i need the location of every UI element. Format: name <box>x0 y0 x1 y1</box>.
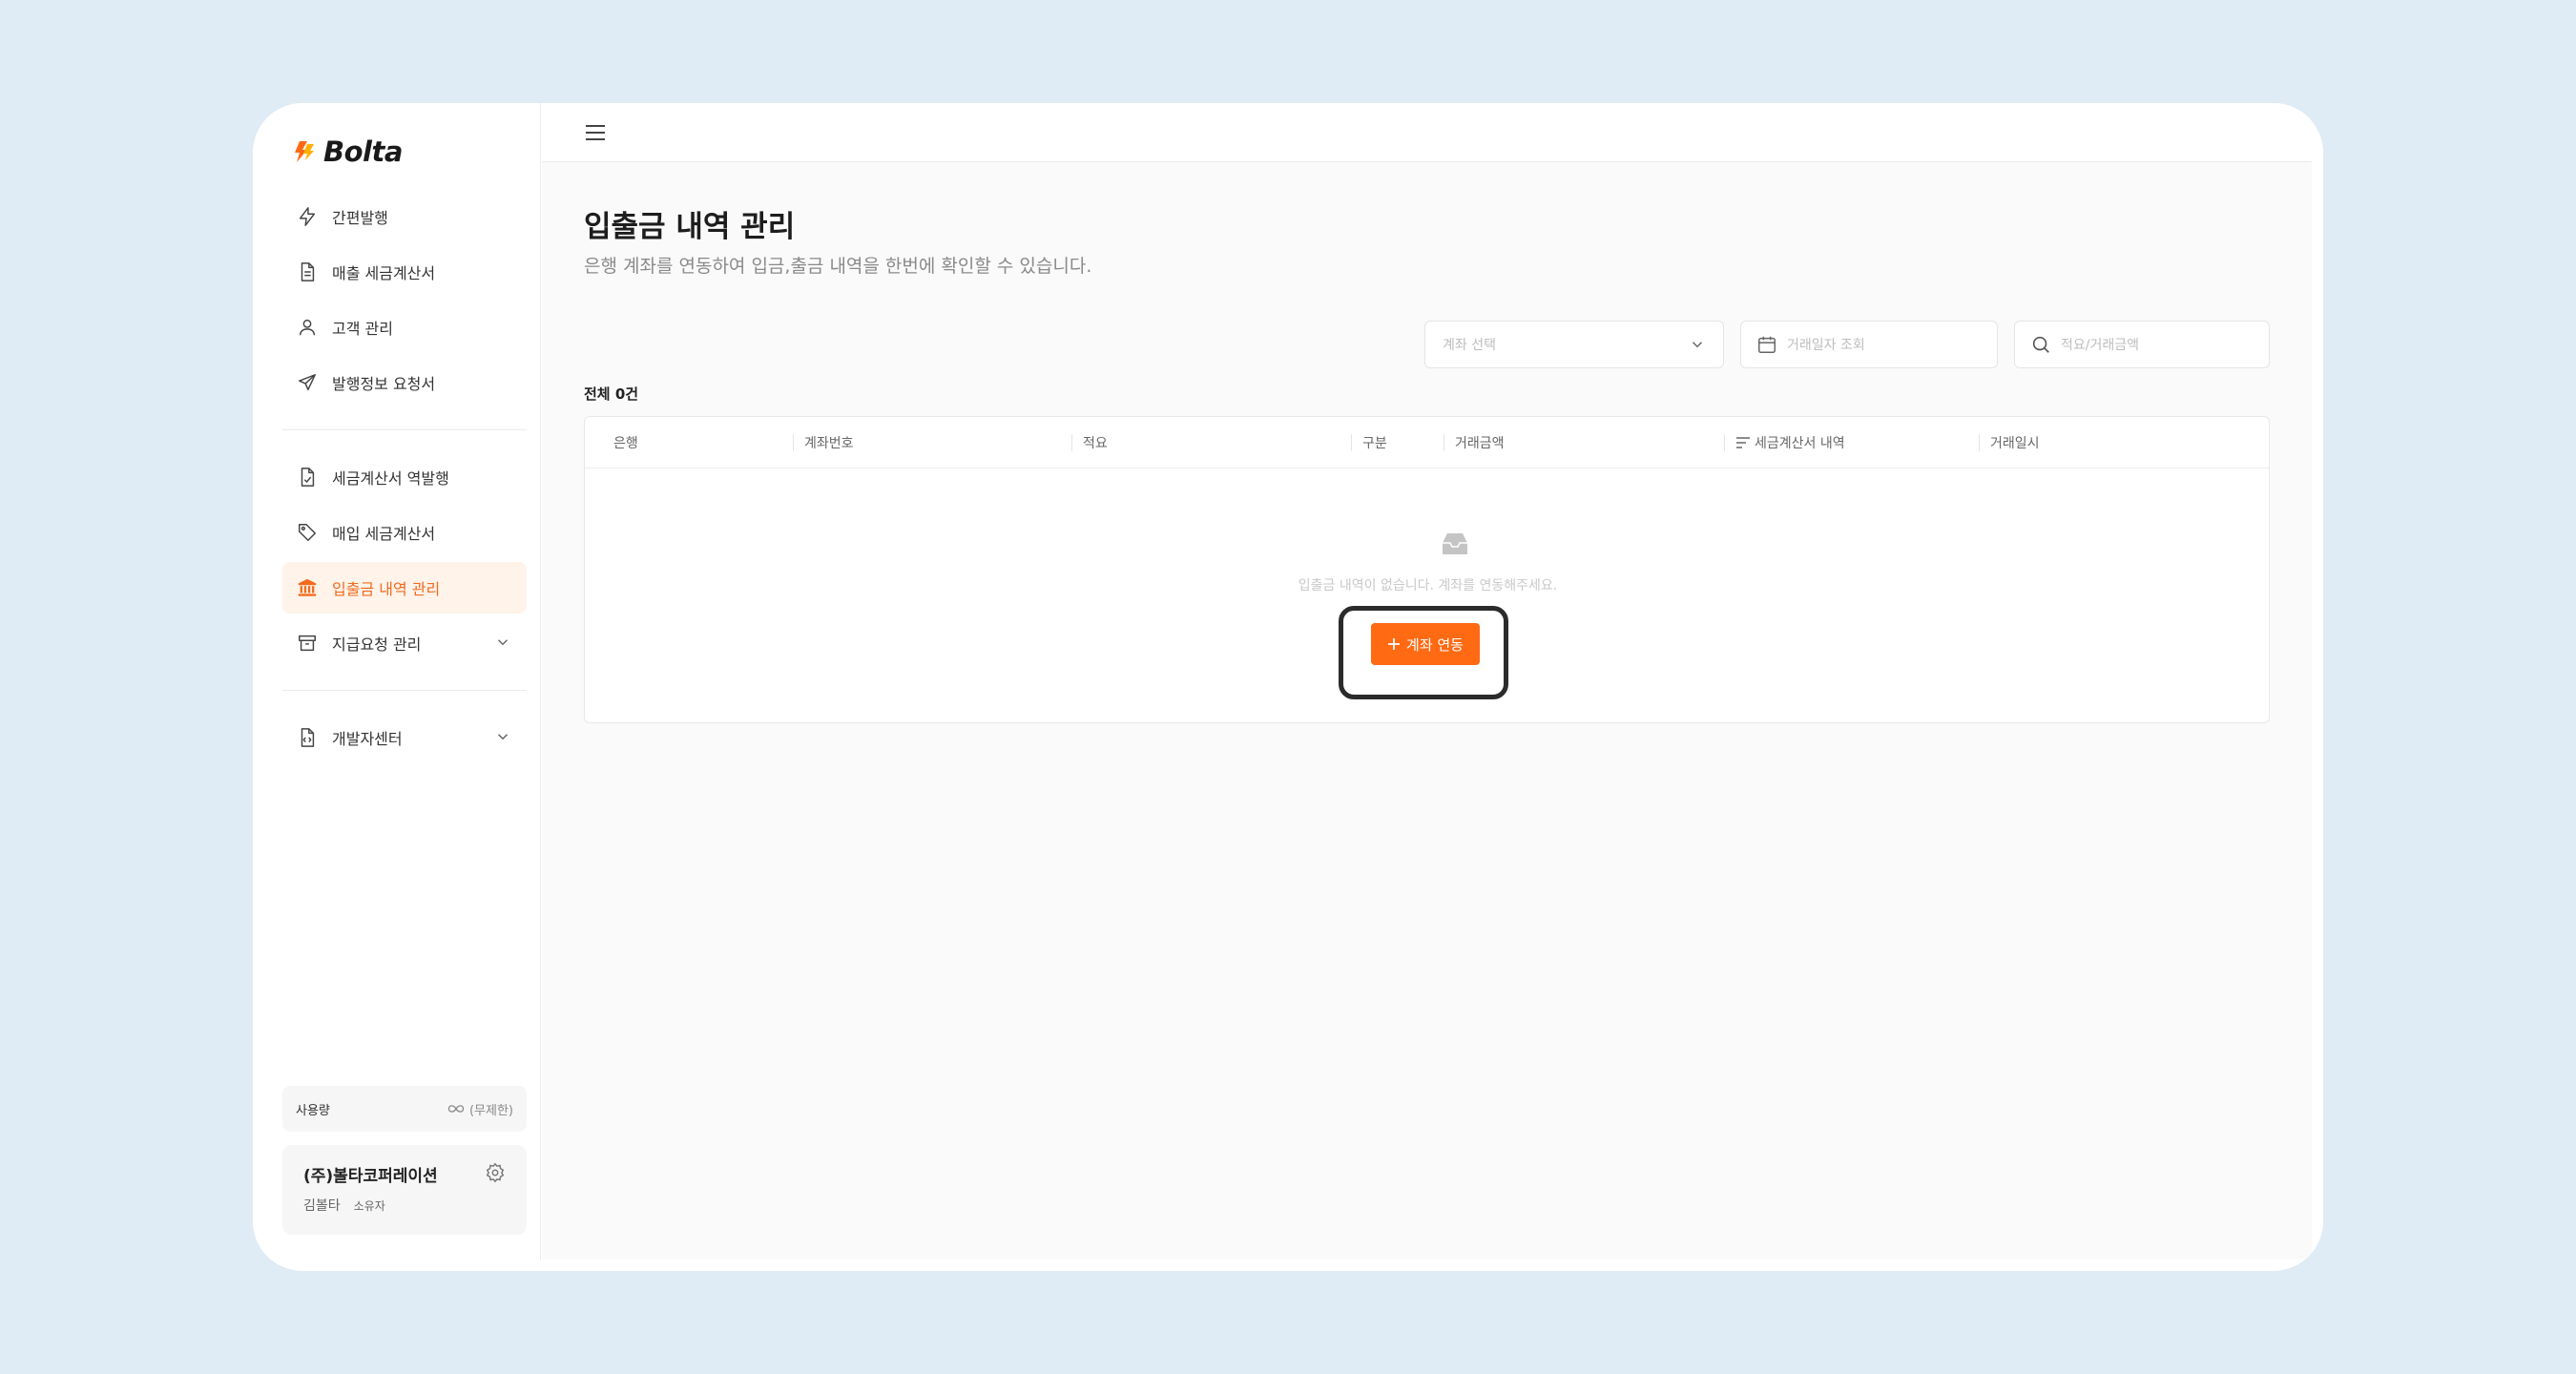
chevron-down-icon <box>1692 342 1703 348</box>
menu-icon[interactable] <box>584 122 607 143</box>
lightning-icon <box>296 205 319 228</box>
page-title: 입출금 내역 관리 <box>584 210 796 244</box>
company-user-row: 김볼타 소유자 <box>303 1196 506 1215</box>
sidebar-item-label: 입출금 내역 관리 <box>332 580 441 598</box>
search-icon <box>2032 336 2049 353</box>
usage-label: 사용량 <box>296 1103 330 1118</box>
company-card[interactable]: (주)볼타코퍼레이션 김볼타 소유자 <box>282 1145 527 1235</box>
user-icon <box>296 316 319 339</box>
column-label: 계좌번호 <box>804 436 854 451</box>
search-input[interactable]: 적요/거래금액 <box>2014 321 2270 368</box>
document-icon <box>296 260 319 283</box>
sidebar-item-customers[interactable]: 고객 관리 <box>282 302 527 353</box>
sidebar-item-quick-issue[interactable]: 간편발행 <box>282 191 527 242</box>
usage-panel: 사용량 (무제한) <box>282 1086 527 1132</box>
column-label: 거래일시 <box>1990 436 2040 451</box>
send-icon <box>296 371 319 394</box>
nav-divider <box>282 690 527 691</box>
sidebar-item-reverse-issue[interactable]: 세금계산서 역발행 <box>282 451 527 503</box>
column-header-tax-invoice[interactable]: 세금계산서 내역 <box>1724 417 1845 468</box>
company-name: (주)볼타코퍼레이션 <box>303 1167 438 1186</box>
bank-icon <box>296 576 319 599</box>
logo[interactable]: Bolta <box>291 135 403 168</box>
plus-icon <box>1388 638 1401 650</box>
column-label: 적요 <box>1083 436 1108 451</box>
archive-icon <box>296 632 319 655</box>
date-filter-placeholder: 거래일자 조회 <box>1787 338 1865 353</box>
bolta-logo-icon <box>295 141 314 162</box>
column-label: 거래금액 <box>1455 436 1505 451</box>
usage-value: (무제한) <box>447 1100 513 1118</box>
sidebar-item-purchase-invoice[interactable]: 매입 세금계산서 <box>282 507 527 558</box>
sidebar-item-label: 세금계산서 역발행 <box>332 469 449 488</box>
column-header-datetime: 거래일시 <box>1979 417 2040 468</box>
search-placeholder: 적요/거래금액 <box>2061 338 2139 353</box>
sidebar-item-bank-transactions[interactable]: 입출금 내역 관리 <box>282 562 527 614</box>
logo-text: Bolta <box>323 135 403 168</box>
link-account-button[interactable]: 계좌 연동 <box>1371 623 1480 665</box>
empty-state-text: 입출금 내역이 없습니다. 계좌를 연동해주세요. <box>1298 578 1558 593</box>
sidebar-item-label: 지급요청 관리 <box>332 635 422 654</box>
column-header-memo: 적요 <box>1071 417 1108 468</box>
sidebar-item-payment-request[interactable]: 지급요청 관리 <box>282 617 527 669</box>
account-select-placeholder: 계좌 선택 <box>1443 338 1496 353</box>
usage-value-text: (무제한) <box>468 1103 513 1118</box>
sidebar-item-developer-center[interactable]: 개발자센터 <box>282 712 527 763</box>
nav-divider <box>282 429 527 430</box>
infinity-icon <box>447 1105 465 1113</box>
transactions-table: 은행 계좌번호 적요 구분 거래금액 세금계산서 내역 거래일시 입출금 내역이… <box>584 416 2270 723</box>
date-filter[interactable]: 거래일자 조회 <box>1740 321 1998 368</box>
code-file-icon <box>296 726 319 749</box>
gear-icon[interactable] <box>485 1162 506 1183</box>
main-content: 입출금 내역 관리 은행 계좌를 연동하여 입금,출금 내역을 한번에 확인할 … <box>542 103 2312 1260</box>
page-description: 은행 계좌를 연동하여 입금,출금 내역을 한번에 확인할 수 있습니다. <box>584 256 1092 277</box>
user-name: 김볼타 <box>303 1198 341 1214</box>
sidebar-item-label: 간편발행 <box>332 209 388 227</box>
chevron-down-icon[interactable] <box>494 634 511 651</box>
total-count: 전체 0건 <box>584 385 639 403</box>
table-header: 은행 계좌번호 적요 구분 거래금액 세금계산서 내역 거래일시 <box>585 417 2269 468</box>
top-bar <box>542 103 2312 162</box>
column-header-type: 구분 <box>1351 417 1387 468</box>
account-select[interactable]: 계좌 선택 <box>1424 321 1724 368</box>
inbox-icon <box>1443 533 1467 554</box>
chevron-down-icon[interactable] <box>494 728 511 745</box>
sidebar-item-label: 매출 세금계산서 <box>332 264 436 282</box>
column-header-bank: 은행 <box>613 417 638 468</box>
sidebar-item-sales-invoice[interactable]: 매출 세금계산서 <box>282 246 527 298</box>
column-header-amount: 거래금액 <box>1444 417 1505 468</box>
tag-icon <box>296 521 319 544</box>
user-role: 소유자 <box>353 1198 385 1213</box>
sidebar-item-label: 고객 관리 <box>332 320 393 338</box>
filter-bar: 계좌 선택 거래일자 조회 적요/거래금액 <box>542 321 2312 368</box>
app-window: Bolta 간편발행 매출 세금계산서 고객 관리 발행정보 요청서 세금계산서… <box>253 103 2323 1271</box>
column-label: 구분 <box>1362 436 1387 451</box>
column-label: 은행 <box>613 436 638 451</box>
sidebar-item-label: 발행정보 요청서 <box>332 375 436 393</box>
column-label: 세금계산서 내역 <box>1755 436 1845 451</box>
sidebar-item-label: 개발자센터 <box>332 730 403 748</box>
sidebar-nav: 간편발행 매출 세금계산서 고객 관리 발행정보 요청서 세금계산서 역발행 매… <box>282 191 527 767</box>
sidebar: Bolta 간편발행 매출 세금계산서 고객 관리 발행정보 요청서 세금계산서… <box>253 103 541 1260</box>
link-account-label: 계좌 연동 <box>1406 635 1464 654</box>
sidebar-item-issue-request[interactable]: 발행정보 요청서 <box>282 357 527 408</box>
file-check-icon <box>296 466 319 489</box>
sidebar-item-label: 매입 세금계산서 <box>332 525 436 543</box>
sort-icon[interactable] <box>1735 436 1751 449</box>
calendar-icon <box>1758 336 1776 353</box>
column-header-account-number: 계좌번호 <box>793 417 854 468</box>
